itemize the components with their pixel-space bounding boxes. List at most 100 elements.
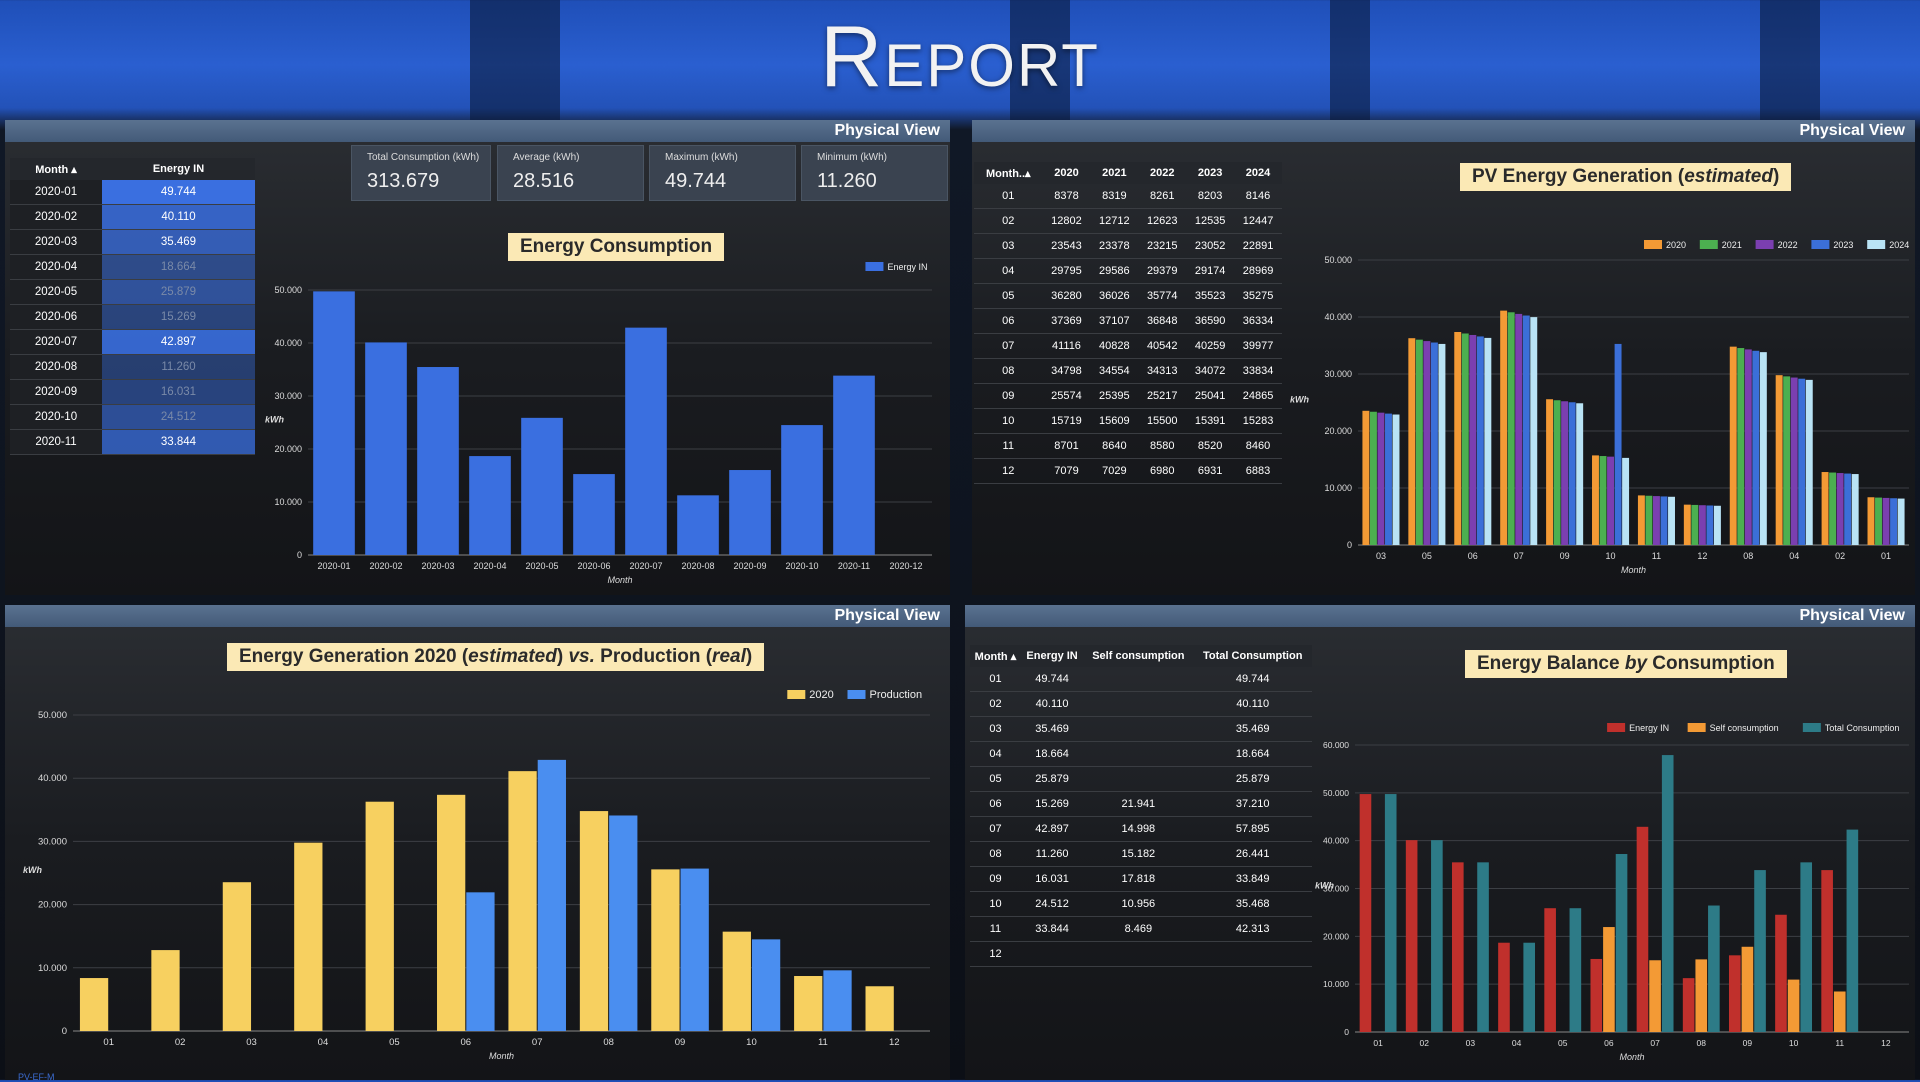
bar-2020-04[interactable]: [1775, 375, 1783, 545]
table-header-year[interactable]: 2021: [1090, 162, 1139, 184]
legend-swatch[interactable]: [787, 690, 806, 699]
bar-energy-in-07[interactable]: [1636, 826, 1649, 1032]
bar-2023-09[interactable]: [1568, 402, 1576, 545]
bar-2021-01[interactable]: [1875, 497, 1882, 545]
bar-2022-07[interactable]: [1515, 313, 1523, 545]
bar-2024-09[interactable]: [1576, 403, 1584, 545]
table-header-month[interactable]: Month..▴: [974, 162, 1043, 184]
bar-2020-05[interactable]: [365, 801, 394, 1031]
bar-2021-12[interactable]: [1691, 504, 1699, 545]
bar-self-consumption-06[interactable]: [1603, 927, 1615, 1032]
bar-2022-04[interactable]: [1790, 377, 1798, 545]
bar-2020-03[interactable]: [222, 882, 252, 1031]
bar-energy-in-2020-10[interactable]: [781, 425, 823, 555]
bar-total-consumption-02[interactable]: [1431, 840, 1443, 1032]
table-row[interactable]: 12: [970, 941, 1312, 967]
bar-2020-06[interactable]: [1454, 331, 1462, 545]
bar-2021-04[interactable]: [1783, 376, 1791, 545]
bar-2023-04[interactable]: [1798, 378, 1806, 545]
bar-2022-12[interactable]: [1698, 505, 1706, 545]
table-row[interactable]: 08 11.260 15.182 26.441: [970, 841, 1312, 867]
table-row[interactable]: 01 8378 8319 8261 8203 8146: [974, 184, 1282, 209]
legend-swatch[interactable]: [1699, 240, 1718, 249]
bar-total-consumption-05[interactable]: [1569, 908, 1582, 1032]
bar-energy-in-11[interactable]: [1821, 870, 1833, 1032]
bar-energy-in-2020-03[interactable]: [417, 367, 459, 555]
legend-swatch[interactable]: [1867, 240, 1886, 249]
legend-swatch[interactable]: [1607, 723, 1626, 732]
table-header[interactable]: Month ▴: [970, 645, 1021, 667]
legend-swatch[interactable]: [847, 690, 866, 699]
bar-energy-in-2020-09[interactable]: [729, 470, 771, 555]
table-header-year[interactable]: 2023: [1186, 162, 1235, 184]
bar-production-10[interactable]: [751, 939, 781, 1031]
bar-2024-04[interactable]: [1805, 379, 1813, 545]
table-row[interactable]: 07 42.897 14.998 57.895: [970, 816, 1312, 842]
bar-energy-in-03[interactable]: [1451, 862, 1464, 1032]
bar-total-consumption-03[interactable]: [1477, 862, 1489, 1032]
bar-energy-in-05[interactable]: [1544, 908, 1556, 1032]
bar-self-consumption-10[interactable]: [1787, 979, 1800, 1032]
bar-2020-01[interactable]: [1867, 497, 1875, 545]
bar-2020-02[interactable]: [151, 950, 180, 1031]
bar-self-consumption-11[interactable]: [1833, 991, 1846, 1032]
table-row[interactable]: 2020-05 25.879: [10, 279, 255, 305]
table-row[interactable]: 2020-01 49.744: [10, 180, 255, 205]
bar-2020-08[interactable]: [1729, 346, 1737, 545]
bar-energy-in-06[interactable]: [1590, 958, 1603, 1032]
bar-energy-in-01[interactable]: [1359, 794, 1372, 1032]
bar-2020-09[interactable]: [1546, 399, 1554, 545]
bar-2022-05[interactable]: [1423, 341, 1431, 545]
bar-2020-07[interactable]: [1500, 310, 1508, 545]
table-row[interactable]: 10 24.512 10.956 35.468: [970, 891, 1312, 917]
bar-2020-05[interactable]: [1408, 338, 1416, 545]
table-row[interactable]: 2020-08 11.260: [10, 354, 255, 380]
table-row[interactable]: 03 35.469 35.469: [970, 716, 1312, 742]
bar-2020-11[interactable]: [1637, 495, 1645, 545]
bar-2021-09[interactable]: [1553, 400, 1561, 545]
bar-2023-10[interactable]: [1614, 343, 1622, 545]
bar-2022-09[interactable]: [1561, 401, 1569, 545]
table-header-year[interactable]: 2022: [1138, 162, 1187, 184]
bar-2021-07[interactable]: [1507, 312, 1515, 545]
bar-energy-in-09[interactable]: [1728, 955, 1741, 1032]
table-row[interactable]: 2020-07 42.897: [10, 329, 255, 355]
bar-2023-08[interactable]: [1752, 350, 1760, 545]
legend-swatch[interactable]: [1755, 240, 1774, 249]
legend-swatch[interactable]: [1802, 723, 1821, 732]
bar-2022-01[interactable]: [1882, 497, 1890, 545]
bar-2024-01[interactable]: [1897, 498, 1905, 545]
bar-energy-in-02[interactable]: [1405, 840, 1418, 1032]
bar-2020-12[interactable]: [1683, 504, 1691, 545]
bar-2023-01[interactable]: [1890, 498, 1898, 545]
table-row[interactable]: 12 7079 7029 6980 6931 6883: [974, 458, 1282, 484]
table-row[interactable]: 02 12802 12712 12623 12535 12447: [974, 208, 1282, 234]
bar-2024-03[interactable]: [1392, 414, 1400, 545]
table-header[interactable]: Self consumption: [1083, 645, 1194, 667]
bar-energy-in-04[interactable]: [1498, 942, 1510, 1032]
table-row[interactable]: 02 40.110 40.110: [970, 691, 1312, 717]
table-row[interactable]: 03 23543 23378 23215 23052 22891: [974, 233, 1282, 259]
bar-2021-08[interactable]: [1737, 348, 1745, 545]
bar-energy-in-2020-11[interactable]: [833, 375, 875, 555]
table-row[interactable]: 11 8701 8640 8580 8520 8460: [974, 433, 1282, 459]
bar-2020-10[interactable]: [1592, 455, 1599, 545]
bar-energy-in-2020-04[interactable]: [469, 456, 511, 555]
table-row[interactable]: 06 15.269 21.941 37.210: [970, 791, 1312, 817]
bar-2024-08[interactable]: [1759, 352, 1767, 545]
table-row[interactable]: 2020-03 35.469: [10, 229, 255, 255]
bar-2021-06[interactable]: [1461, 333, 1469, 545]
bar-production-07[interactable]: [537, 759, 566, 1031]
bar-2023-03[interactable]: [1385, 413, 1392, 545]
bar-2020-12[interactable]: [865, 986, 894, 1031]
bar-energy-in-08[interactable]: [1682, 978, 1695, 1032]
table-row[interactable]: 2020-11 33.844: [10, 429, 255, 455]
table-row[interactable]: 2020-10 24.512: [10, 404, 255, 430]
bar-total-consumption-09[interactable]: [1754, 870, 1766, 1032]
table-row[interactable]: 2020-02 40.110: [10, 204, 255, 230]
bar-2020-02[interactable]: [1821, 472, 1829, 545]
legend-swatch[interactable]: [865, 262, 884, 271]
table-row[interactable]: 2020-06 15.269: [10, 304, 255, 330]
bar-2022-02[interactable]: [1836, 473, 1844, 545]
bar-2023-11[interactable]: [1660, 496, 1668, 545]
